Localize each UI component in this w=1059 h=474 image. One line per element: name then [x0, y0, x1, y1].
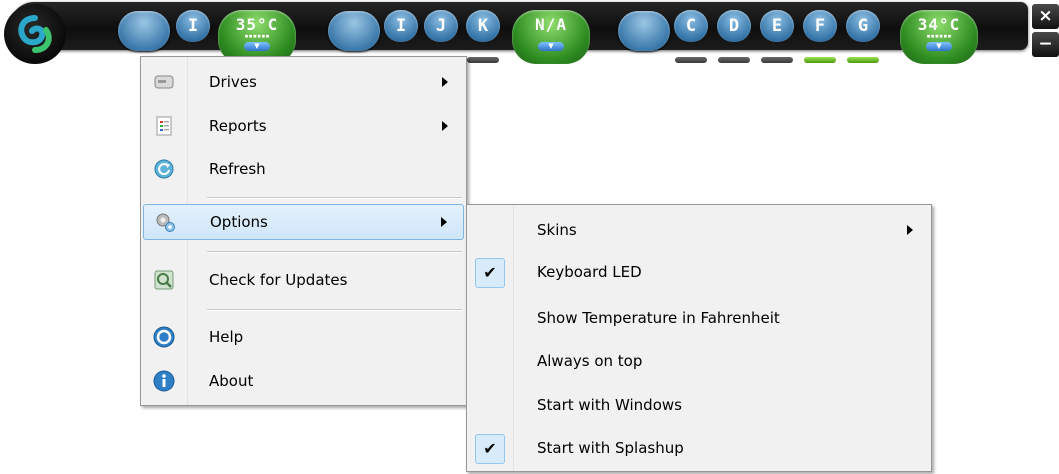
drive-button-J[interactable]: J: [424, 10, 458, 42]
drive-icon: [154, 75, 174, 89]
menu-item-label: Reports: [209, 117, 267, 135]
menu-item-reports[interactable]: Reports: [143, 109, 464, 143]
menu-item-label: Keyboard LED: [537, 263, 642, 281]
submenu-arrow-icon: [442, 77, 448, 87]
drive-led-E: [761, 57, 793, 63]
menu-separator: [207, 251, 462, 253]
menu-item-label: Drives: [209, 73, 257, 91]
menu-item-keyboard-led[interactable]: ✔ Keyboard LED: [469, 255, 929, 289]
menu-item-always-on-top[interactable]: Always on top: [469, 344, 929, 378]
refresh-icon: [154, 159, 174, 179]
options-submenu: Skins ✔ Keyboard LED Show Temperature in…: [466, 204, 932, 472]
submenu-arrow-icon: [907, 225, 913, 235]
info-icon: [153, 370, 175, 392]
menu-item-start-with-windows[interactable]: Start with Windows: [469, 388, 929, 422]
menu-item-label: Refresh: [209, 160, 266, 178]
report-icon: [156, 116, 172, 136]
menu-item-help[interactable]: Help: [143, 320, 464, 354]
menu-item-about[interactable]: About: [143, 364, 464, 398]
menu-item-label: Always on top: [537, 352, 643, 370]
temperature-display-3[interactable]: 34°C ▪▪▪▪▪▪ ▼: [900, 10, 978, 64]
menu-item-label: Options: [210, 213, 268, 231]
drive-button-D[interactable]: D: [717, 10, 751, 42]
menu-separator: [207, 309, 462, 311]
temperature-dropdown-icon-1[interactable]: ▼: [244, 42, 270, 51]
menu-item-label: Start with Windows: [537, 396, 682, 414]
temperature-dropdown-icon-3[interactable]: ▼: [926, 42, 952, 51]
menu-separator: [207, 197, 462, 199]
drive-button-F[interactable]: F: [803, 10, 837, 42]
menu-item-refresh[interactable]: Refresh: [143, 152, 464, 186]
help-icon: [153, 326, 175, 348]
menu-item-label: About: [209, 372, 254, 390]
drive-group-1-button[interactable]: [118, 11, 170, 51]
drive-button-G[interactable]: G: [846, 10, 880, 42]
menu-item-skins[interactable]: Skins: [469, 213, 929, 247]
drive-button-I-2[interactable]: I: [384, 10, 418, 42]
drive-group-2-button[interactable]: [328, 11, 380, 51]
drive-button-I-1[interactable]: I: [176, 10, 210, 42]
drive-led-C: [675, 57, 707, 63]
temperature-bars-3: ▪▪▪▪▪▪: [926, 32, 952, 40]
minimize-button[interactable]: −: [1032, 32, 1059, 57]
menu-item-start-with-splashup[interactable]: ✔ Start with Splashup: [469, 431, 929, 465]
menu-item-label: Start with Splashup: [537, 439, 684, 457]
checkmark-icon: ✔: [475, 434, 505, 464]
logo-swirl-icon: [18, 15, 52, 53]
drive-group-3-button[interactable]: [618, 11, 670, 51]
temperature-value-2: N/A: [535, 15, 567, 34]
drive-led-F: [804, 57, 836, 63]
drive-led-D: [718, 57, 750, 63]
menu-item-fahrenheit[interactable]: Show Temperature in Fahrenheit: [469, 301, 929, 335]
drive-button-E[interactable]: E: [760, 10, 794, 42]
menu-item-label: Show Temperature in Fahrenheit: [537, 309, 780, 327]
drive-button-C[interactable]: C: [674, 10, 708, 42]
drive-button-K[interactable]: K: [466, 10, 500, 42]
temperature-bars-1: ▪▪▪▪▪▪: [244, 32, 270, 40]
submenu-arrow-icon: [441, 217, 447, 227]
menu-item-label: Help: [209, 328, 244, 346]
app-logo[interactable]: [4, 4, 66, 64]
context-menu: Drives Reports Refresh Options Check for…: [140, 56, 467, 406]
update-icon: [154, 270, 174, 290]
menu-item-check-for-updates[interactable]: Check for Updates: [143, 263, 464, 297]
temperature-display-2[interactable]: N/A ▼: [512, 10, 590, 64]
temperature-dropdown-icon-2[interactable]: ▼: [538, 42, 564, 51]
submenu-arrow-icon: [442, 121, 448, 131]
menu-item-label: Check for Updates: [209, 271, 348, 289]
close-button[interactable]: ×: [1032, 4, 1059, 29]
drive-led-K: [467, 57, 499, 63]
drive-led-G: [847, 57, 879, 63]
checkmark-icon: ✔: [475, 258, 505, 288]
menu-item-label: Skins: [537, 221, 577, 239]
gear-icon: [156, 213, 175, 232]
menu-item-drives[interactable]: Drives: [143, 65, 464, 99]
menu-item-options[interactable]: Options: [143, 204, 464, 240]
